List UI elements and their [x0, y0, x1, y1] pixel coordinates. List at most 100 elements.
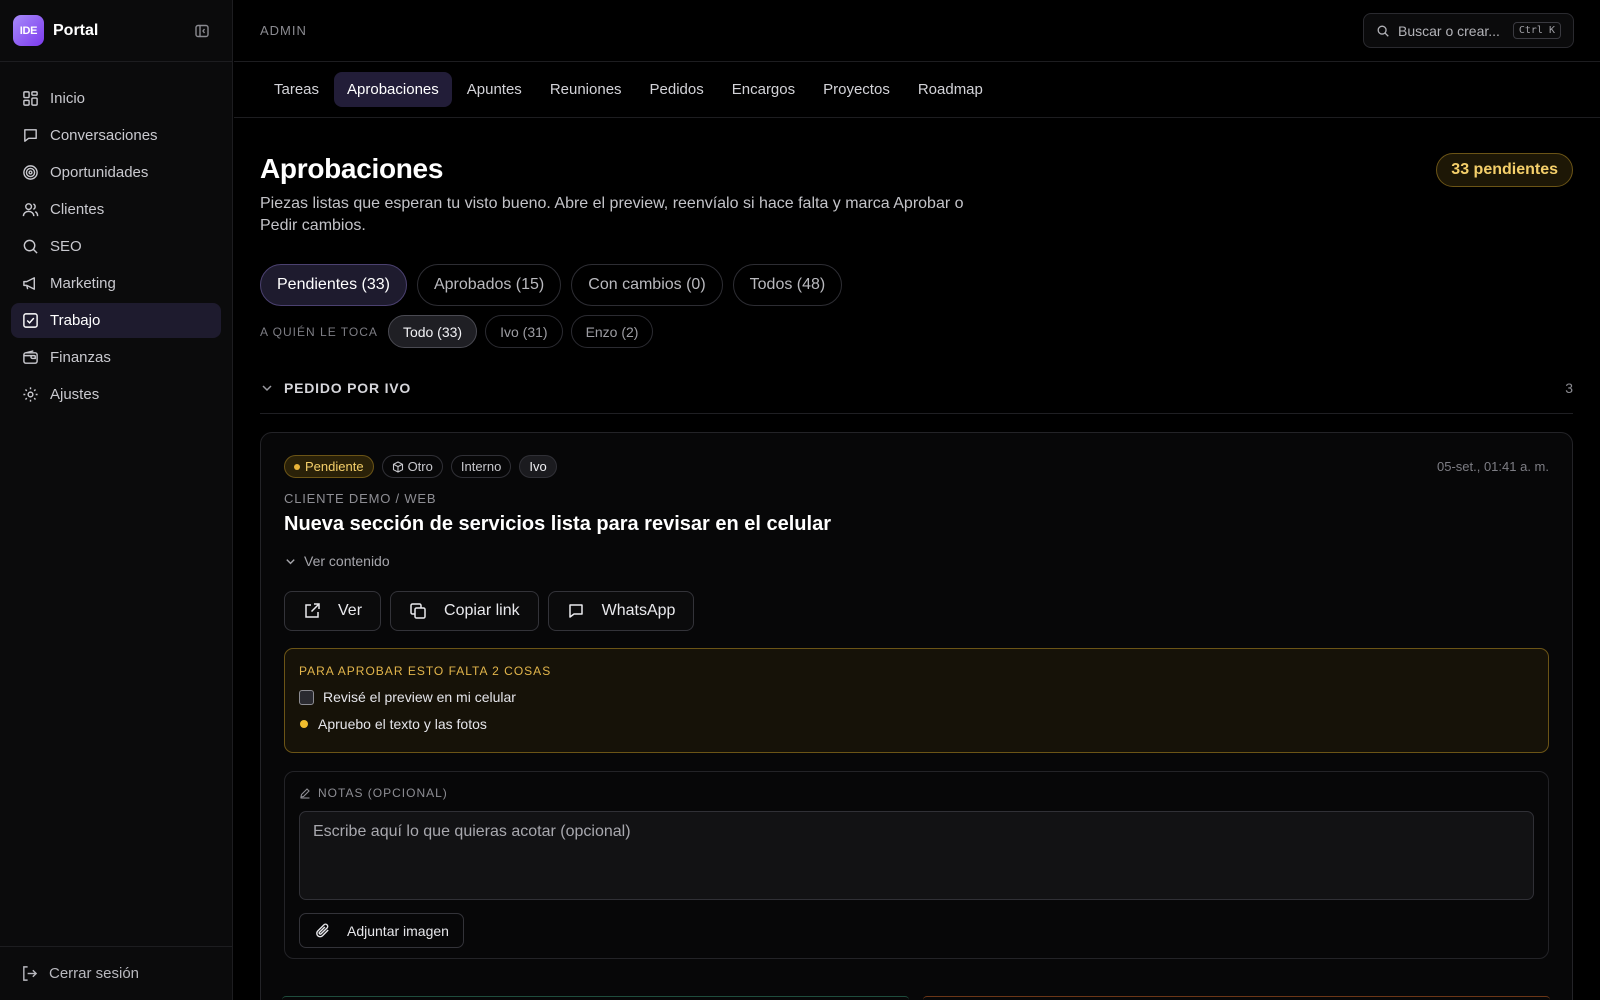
copy-icon	[410, 603, 426, 619]
group-title: PEDIDO POR IVO	[284, 379, 412, 396]
page-header: Aprobaciones Piezas listas que esperan t…	[260, 118, 1573, 237]
topbar: ADMIN Buscar o crear... Ctrl K	[234, 0, 1600, 62]
tab-encargos[interactable]: Encargos	[719, 72, 808, 107]
sidebar-item-label: Marketing	[50, 275, 116, 292]
tab-apuntes[interactable]: Apuntes	[454, 72, 535, 107]
sidebar-item-seo[interactable]: SEO	[11, 229, 221, 264]
filter-todos[interactable]: Todos (48)	[732, 264, 843, 306]
assignee-todo[interactable]: Todo (33)	[387, 315, 478, 348]
filter-pendientes[interactable]: Pendientes (33)	[260, 264, 407, 306]
sidebar-item-ajustes[interactable]: Ajustes	[11, 377, 221, 412]
page-description: Piezas listas que esperan tu visto bueno…	[260, 195, 964, 234]
requirement-dot	[300, 720, 308, 728]
view-button[interactable]: Ver	[284, 591, 382, 631]
sidebar-item-label: Ajustes	[50, 386, 100, 403]
main-content: Aprobaciones Piezas listas que esperan t…	[260, 118, 1573, 1000]
requirements-title: PARA APROBAR ESTO FALTA 2 COSAS	[299, 664, 552, 678]
section-label: ADMIN	[260, 23, 307, 38]
sidebar-item-conversaciones[interactable]: Conversaciones	[11, 118, 221, 153]
request-changes-button-edge[interactable]	[923, 996, 1550, 1000]
sidebar-item-marketing[interactable]: Marketing	[11, 266, 221, 301]
requirement-label: Revisé el preview en mi celular	[323, 689, 516, 705]
sidebar-item-trabajo[interactable]: Trabajo	[11, 303, 221, 338]
box-icon	[392, 460, 403, 473]
search-placeholder: Buscar o crear...	[1398, 22, 1500, 39]
approve-button-edge[interactable]	[282, 996, 909, 1000]
message-icon	[568, 604, 583, 618]
check-square-icon	[23, 313, 38, 328]
paperclip-icon	[316, 923, 329, 938]
status-dot	[294, 463, 300, 470]
tab-proyectos[interactable]: Proyectos	[810, 72, 903, 107]
next-actions-edge	[282, 996, 1550, 1000]
whatsapp-button[interactable]: WhatsApp	[547, 591, 695, 631]
scope-chip: Interno	[450, 455, 512, 478]
assignee-filter-label: A QUIÉN LE TOCA	[260, 324, 378, 339]
type-label: Otro	[407, 459, 433, 474]
external-link-icon	[305, 603, 320, 618]
requirement-content: Apruebo el texto y las fotos	[299, 716, 1534, 732]
sidebar-item-oportunidades[interactable]: Oportunidades	[11, 155, 221, 190]
owner-chip: Ivo	[519, 455, 557, 478]
tab-reuniones[interactable]: Reuniones	[537, 72, 635, 107]
notes-label: NOTAS (OPCIONAL)	[299, 786, 1534, 800]
group-count: 3	[1565, 379, 1573, 396]
message-icon	[24, 129, 37, 142]
assignee-ivo[interactable]: Ivo (31)	[485, 315, 563, 348]
assignee-filter: A QUIÉN LE TOCA Todo (33) Ivo (31) Enzo …	[260, 315, 1573, 348]
brand-logo[interactable]: IDE	[13, 15, 44, 46]
filter-con-cambios[interactable]: Con cambios (0)	[571, 264, 723, 306]
tab-roadmap[interactable]: Roadmap	[905, 72, 996, 107]
sidebar-item-clientes[interactable]: Clientes	[11, 192, 221, 227]
notes-textarea[interactable]	[299, 811, 1534, 900]
sidebar-item-label: Inicio	[50, 90, 86, 107]
sidebar-item-finanzas[interactable]: Finanzas	[11, 340, 221, 375]
megaphone-icon	[23, 277, 35, 290]
type-chip: Otro	[381, 455, 443, 478]
requirement-preview[interactable]: Revisé el preview en mi celular	[299, 689, 1534, 705]
sidebar: IDE Portal Inicio Conversaciones Oportun…	[0, 0, 233, 1000]
module-tabs: Tareas Aprobaciones Apuntes Reuniones Pe…	[234, 62, 1600, 118]
notes-label-text: NOTAS (OPCIONAL)	[318, 786, 448, 800]
filter-aprobados[interactable]: Aprobados (15)	[416, 264, 562, 306]
search-icon	[23, 239, 38, 254]
brand-header: IDE Portal	[0, 0, 232, 62]
whatsapp-label: WhatsApp	[601, 602, 676, 619]
brand-name[interactable]: Portal	[53, 22, 98, 40]
chevron-down-icon	[286, 558, 295, 564]
pencil-icon	[300, 788, 310, 799]
logout-label: Cerrar sesión	[49, 965, 140, 982]
status-badge: Pendiente	[284, 455, 374, 478]
copy-link-button[interactable]: Copiar link	[390, 591, 539, 631]
card-title: Nueva sección de servicios lista para re…	[284, 513, 831, 535]
attach-image-button[interactable]: Adjuntar imagen	[299, 913, 464, 948]
target-icon	[23, 165, 38, 180]
group-header[interactable]: PEDIDO POR IVO 3	[260, 374, 1573, 414]
tab-aprobaciones[interactable]: Aprobaciones	[334, 72, 452, 107]
approval-requirements: PARA APROBAR ESTO FALTA 2 COSAS Revisé e…	[284, 648, 1549, 753]
tab-pedidos[interactable]: Pedidos	[637, 72, 717, 107]
sidebar-collapse-icon[interactable]	[191, 20, 213, 42]
preview-checkbox[interactable]	[299, 689, 314, 705]
page-title: Aprobaciones	[260, 153, 444, 184]
sidebar-item-label: Oportunidades	[50, 164, 149, 181]
gear-icon	[23, 387, 38, 402]
keyboard-shortcut: Ctrl K	[1512, 22, 1561, 39]
logout-icon	[23, 966, 38, 981]
grid-icon	[23, 91, 38, 106]
view-button-label: Ver	[338, 602, 363, 619]
assignee-enzo[interactable]: Enzo (2)	[570, 315, 654, 348]
tab-tareas[interactable]: Tareas	[261, 72, 332, 107]
see-content-toggle[interactable]: Ver contenido	[284, 553, 1549, 569]
sidebar-item-label: Finanzas	[50, 349, 111, 366]
sidebar-item-label: Trabajo	[50, 312, 101, 329]
copy-link-label: Copiar link	[444, 602, 520, 619]
sidebar-item-label: Clientes	[50, 201, 105, 218]
sidebar-item-inicio[interactable]: Inicio	[11, 81, 221, 116]
sidebar-item-label: Conversaciones	[50, 127, 158, 144]
requirement-label: Apruebo el texto y las fotos	[318, 716, 487, 732]
logout-button[interactable]: Cerrar sesión	[0, 946, 232, 1000]
notes-panel: NOTAS (OPCIONAL) Adjuntar imagen	[284, 771, 1549, 959]
approval-card: Pendiente Otro Interno Ivo 05-set., 01:4…	[260, 432, 1573, 1000]
search-input[interactable]: Buscar o crear... Ctrl K	[1363, 13, 1574, 48]
